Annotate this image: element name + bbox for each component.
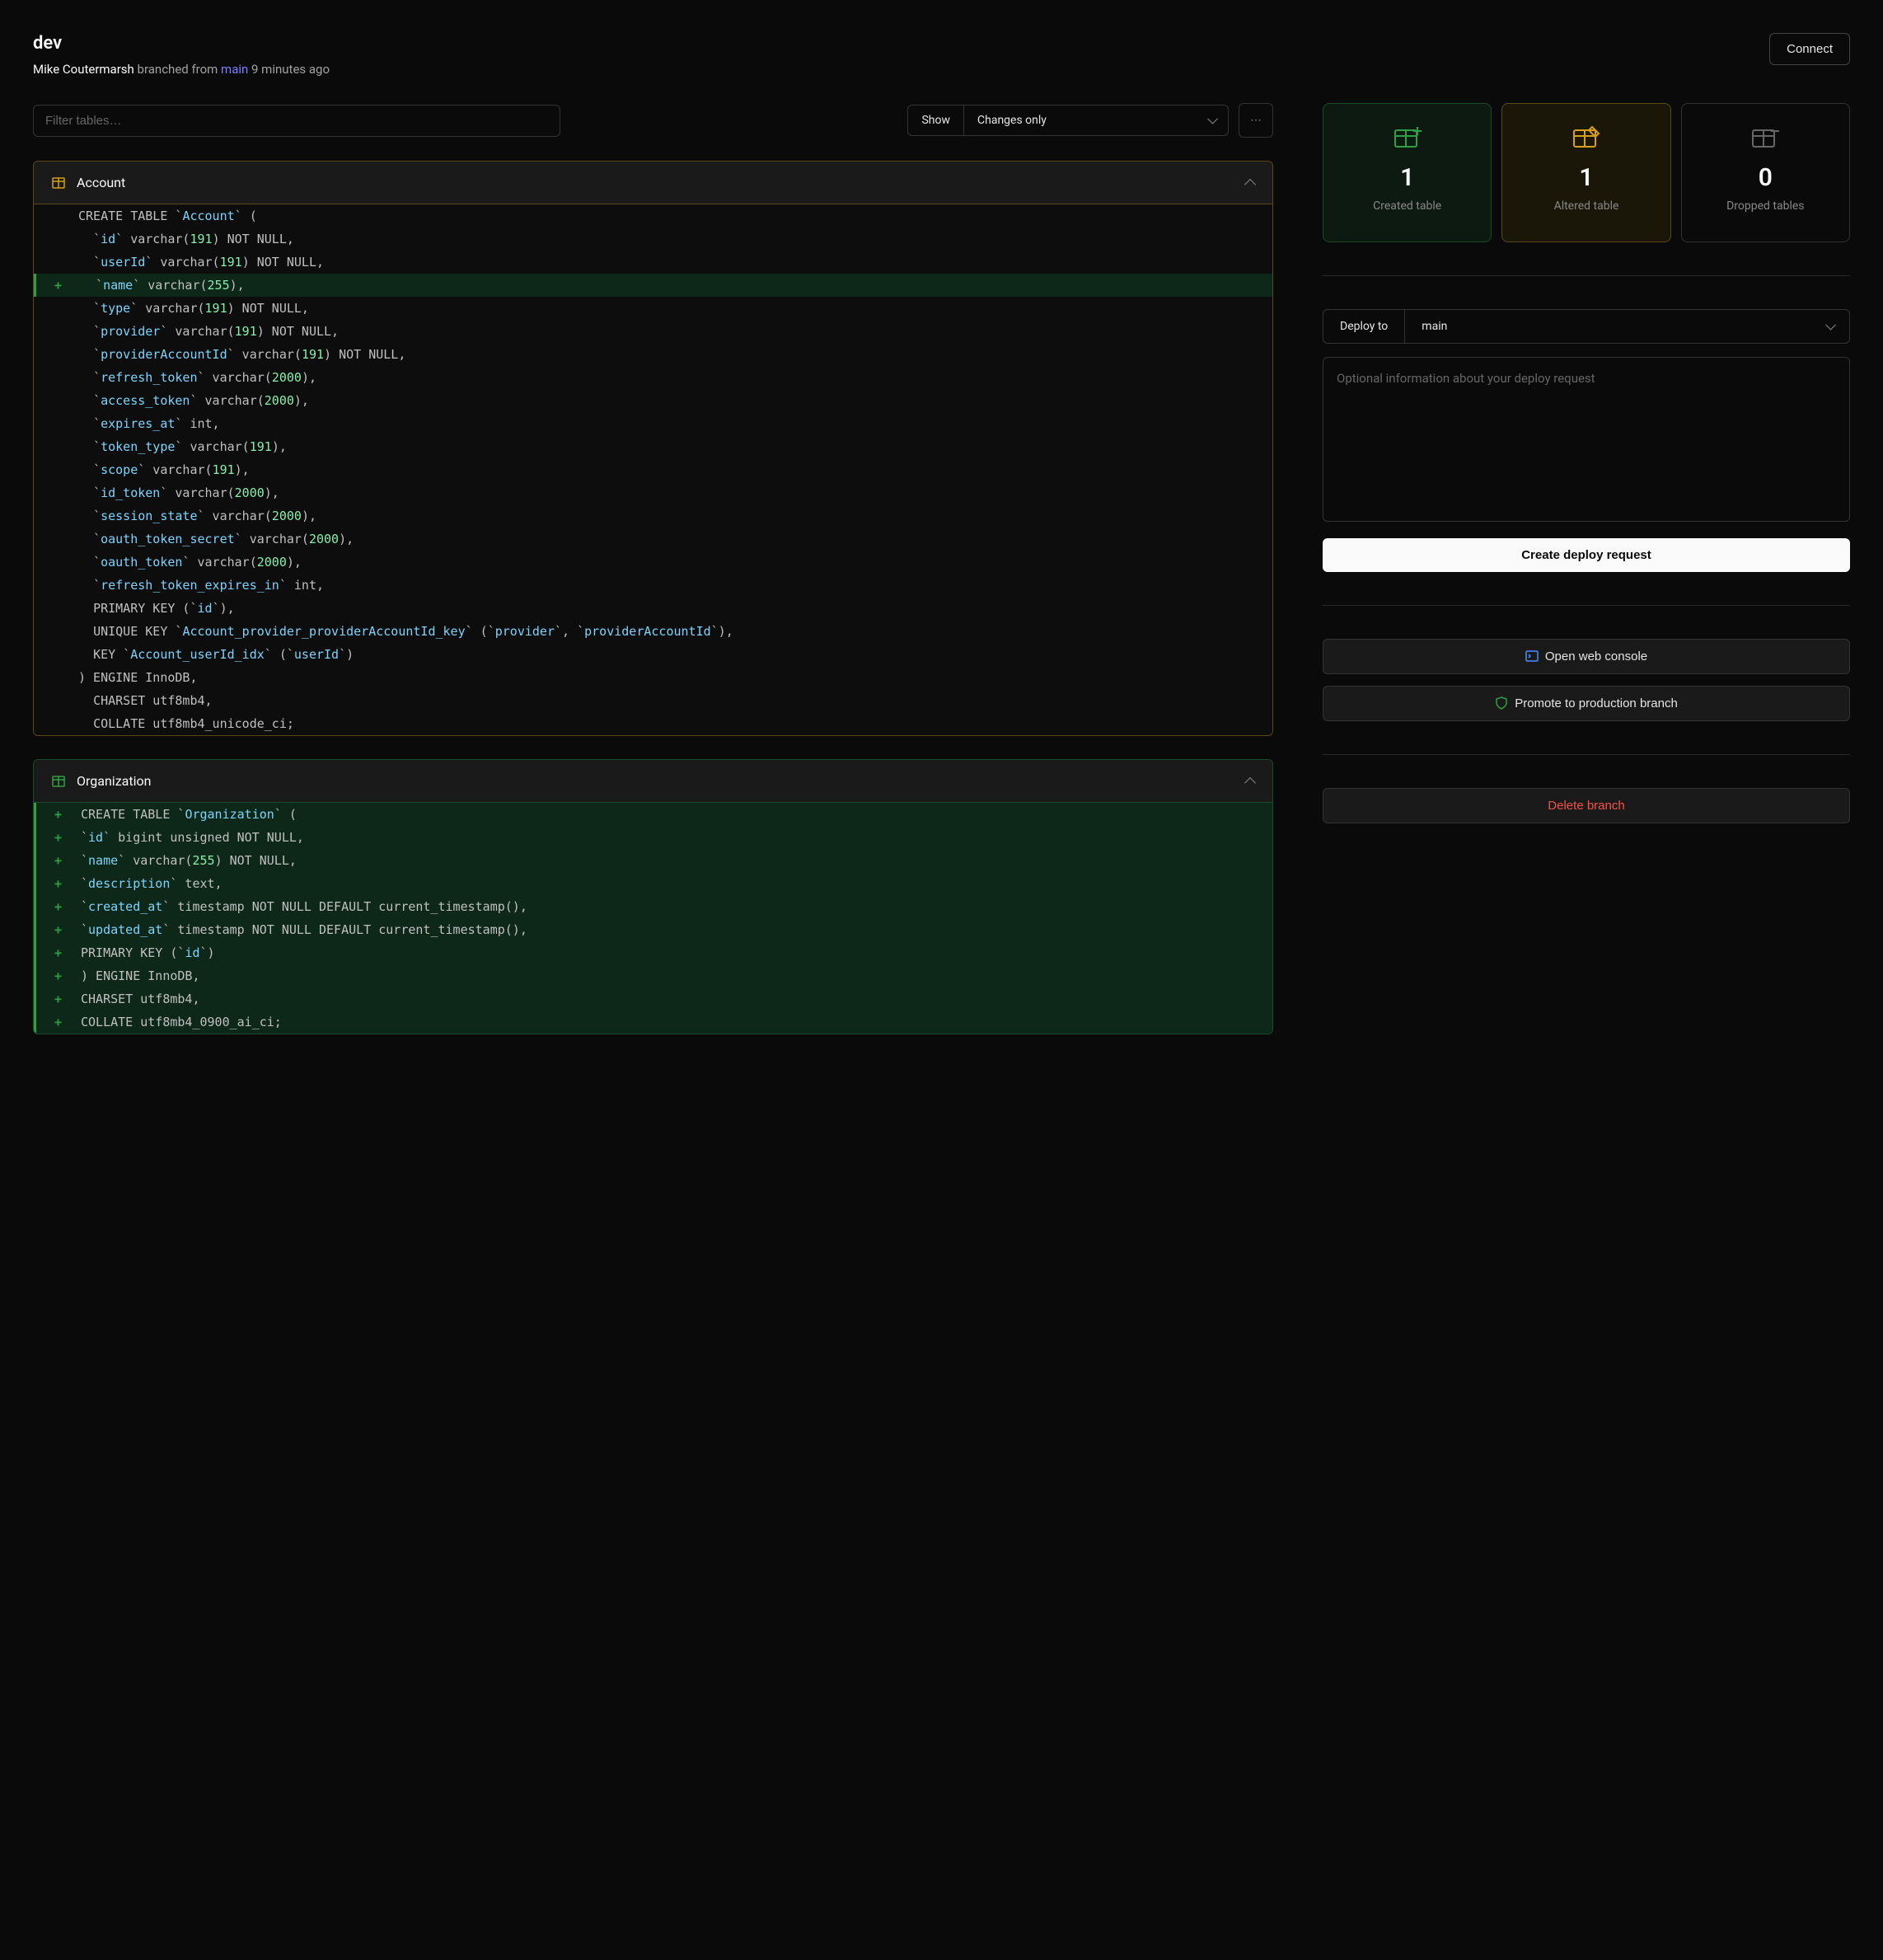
show-filter[interactable]: Show Changes only xyxy=(907,105,1229,136)
altered-tables-stat: 1 Altered table xyxy=(1501,103,1670,242)
code-line: `created_at` timestamp NOT NULL DEFAULT … xyxy=(34,895,1272,918)
chevron-up-icon xyxy=(1244,776,1256,788)
time-ago: 9 minutes ago xyxy=(251,62,330,77)
deploy-target-value[interactable]: main xyxy=(1405,310,1849,343)
code-line: CHARSET utf8mb4, xyxy=(34,987,1272,1010)
code-line: `id_token` varchar(2000), xyxy=(34,481,1272,504)
branched-from-text: branched from xyxy=(138,62,218,77)
dropped-tables-stat: 0 Dropped tables xyxy=(1681,103,1850,242)
diff-table-name: Account xyxy=(77,175,125,190)
branch-title: dev xyxy=(33,33,330,54)
table-status-icon xyxy=(52,775,65,788)
code-line: UNIQUE KEY `Account_provider_providerAcc… xyxy=(34,620,1272,643)
connect-button[interactable]: Connect xyxy=(1769,33,1850,65)
code-line: CREATE TABLE `Organization` ( xyxy=(34,803,1272,826)
code-line: COLLATE utf8mb4_unicode_ci; xyxy=(34,712,1272,735)
code-line: `session_state` varchar(2000), xyxy=(34,504,1272,528)
code-line: `description` text, xyxy=(34,872,1272,895)
diff-body: CREATE TABLE `Organization` (`id` bigint… xyxy=(34,803,1272,1034)
code-line: `access_token` varchar(2000), xyxy=(34,389,1272,412)
code-line: `name` varchar(255) NOT NULL, xyxy=(34,849,1272,872)
promote-branch-button[interactable]: Promote to production branch xyxy=(1323,686,1850,721)
code-line: `userId` varchar(191) NOT NULL, xyxy=(34,251,1272,274)
diff-card-account: Account CREATE TABLE `Account` ( `id` var… xyxy=(33,161,1273,736)
code-line: `refresh_token` varchar(2000), xyxy=(34,366,1272,389)
diff-body: CREATE TABLE `Account` ( `id` varchar(19… xyxy=(34,204,1272,735)
code-line: `oauth_token_secret` varchar(2000), xyxy=(34,528,1272,551)
deploy-to-label: Deploy to xyxy=(1323,310,1405,343)
code-line: `oauth_token` varchar(2000), xyxy=(34,551,1272,574)
code-line: KEY `Account_userId_idx` (`userId`) xyxy=(34,643,1272,666)
code-line: ) ENGINE InnoDB, xyxy=(34,964,1272,987)
dropped-label: Dropped tables xyxy=(1692,199,1839,215)
parent-branch-link[interactable]: main xyxy=(221,62,248,77)
diff-card-organization: Organization CREATE TABLE `Organization` … xyxy=(33,759,1273,1034)
filter-tables-input[interactable] xyxy=(33,105,560,137)
dropped-table-icon xyxy=(1751,125,1779,148)
branch-subtitle: Mike Coutermarsh branched from main 9 mi… xyxy=(33,62,330,77)
created-tables-stat: 1 Created table xyxy=(1323,103,1492,242)
code-line: `expires_at` int, xyxy=(34,412,1272,435)
diff-header[interactable]: Organization xyxy=(34,760,1272,803)
dropped-count: 0 xyxy=(1692,163,1839,192)
diff-header[interactable]: Account xyxy=(34,162,1272,204)
ellipsis-icon: ⋯ xyxy=(1250,114,1262,127)
show-select[interactable]: Changes only xyxy=(964,106,1228,135)
promote-label: Promote to production branch xyxy=(1515,696,1678,710)
code-line: PRIMARY KEY (`id`) xyxy=(34,941,1272,964)
deploy-request-textarea[interactable] xyxy=(1323,357,1850,522)
delete-branch-button[interactable]: Delete branch xyxy=(1323,788,1850,823)
altered-table-icon xyxy=(1572,125,1600,148)
code-line: `token_type` varchar(191), xyxy=(34,435,1272,458)
code-line: `id` bigint unsigned NOT NULL, xyxy=(34,826,1272,849)
chevron-up-icon xyxy=(1244,178,1256,190)
open-web-console-button[interactable]: Open web console xyxy=(1323,639,1850,674)
code-line: CHARSET utf8mb4, xyxy=(34,689,1272,712)
code-line: PRIMARY KEY (`id`), xyxy=(34,597,1272,620)
shield-icon xyxy=(1495,696,1508,710)
code-line: `provider` varchar(191) NOT NULL, xyxy=(34,320,1272,343)
console-icon xyxy=(1525,649,1539,663)
created-count: 1 xyxy=(1333,163,1481,192)
code-line: `type` varchar(191) NOT NULL, xyxy=(34,297,1272,320)
code-line: `name` varchar(255), xyxy=(34,274,1272,297)
created-label: Created table xyxy=(1333,199,1481,215)
code-line: COLLATE utf8mb4_0900_ai_ci; xyxy=(34,1010,1272,1034)
code-line: CREATE TABLE `Account` ( xyxy=(34,204,1272,227)
show-label: Show xyxy=(908,106,964,135)
author-name: Mike Coutermarsh xyxy=(33,62,134,77)
more-options-button[interactable]: ⋯ xyxy=(1239,103,1273,138)
code-line: `refresh_token_expires_in` int, xyxy=(34,574,1272,597)
code-line: `providerAccountId` varchar(191) NOT NUL… xyxy=(34,343,1272,366)
diff-table-name: Organization xyxy=(77,773,151,789)
code-line: `updated_at` timestamp NOT NULL DEFAULT … xyxy=(34,918,1272,941)
created-table-icon xyxy=(1394,125,1422,148)
code-line: ) ENGINE InnoDB, xyxy=(34,666,1272,689)
table-status-icon xyxy=(52,176,65,190)
deploy-target-selector[interactable]: Deploy to main xyxy=(1323,309,1850,344)
code-line: `id` varchar(191) NOT NULL, xyxy=(34,227,1272,251)
create-deploy-request-button[interactable]: Create deploy request xyxy=(1323,538,1850,572)
altered-count: 1 xyxy=(1512,163,1660,192)
altered-label: Altered table xyxy=(1512,199,1660,215)
code-line: `scope` varchar(191), xyxy=(34,458,1272,481)
open-console-label: Open web console xyxy=(1545,649,1647,663)
